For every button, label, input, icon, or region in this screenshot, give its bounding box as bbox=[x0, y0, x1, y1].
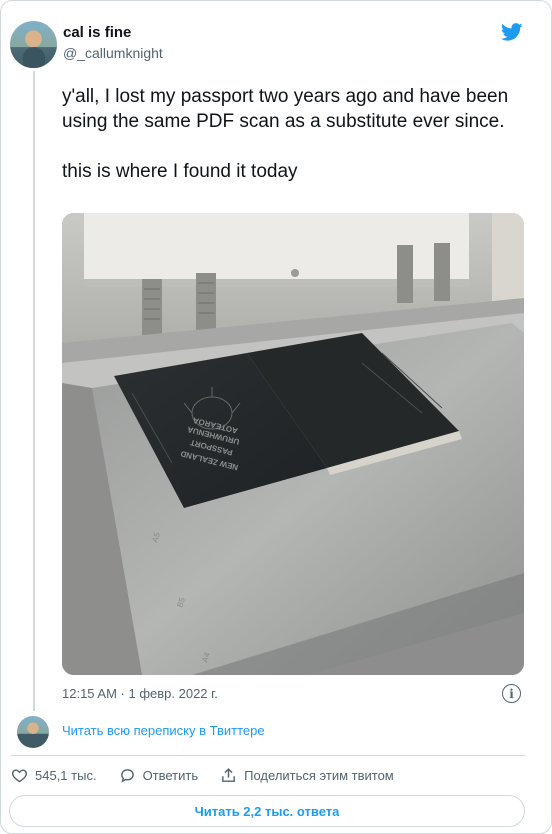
author-handle[interactable]: @_callumknight bbox=[63, 45, 163, 61]
divider bbox=[11, 755, 525, 756]
tweet-text: y'all, I lost my passport two years ago … bbox=[62, 86, 509, 182]
reply-button[interactable]: Ответить bbox=[119, 767, 199, 784]
read-replies-button[interactable]: Читать 2,2 тыс. ответа bbox=[9, 795, 525, 827]
like-button[interactable]: 545,1 тыс. bbox=[11, 767, 97, 784]
author-avatar[interactable] bbox=[10, 21, 57, 68]
thread-avatar[interactable] bbox=[17, 716, 49, 748]
tweet-actions: 545,1 тыс. Ответить Поделиться этим твит… bbox=[11, 764, 416, 786]
twitter-bird-icon[interactable] bbox=[500, 21, 524, 43]
share-label: Поделиться этим твитом bbox=[244, 767, 394, 783]
reply-icon bbox=[120, 768, 134, 783]
share-icon bbox=[222, 767, 236, 782]
reply-label: Ответить bbox=[142, 767, 199, 783]
heart-icon bbox=[11, 768, 28, 782]
tweet-card: cal is fine @_callumknight y'all, I lost… bbox=[0, 0, 552, 834]
info-icon[interactable]: i bbox=[502, 684, 521, 703]
scanner-photo: NEW ZEALAND PASSPORT URUWHENUA AOTEAROA … bbox=[62, 213, 524, 675]
like-count: 545,1 тыс. bbox=[35, 767, 97, 783]
share-button[interactable]: Поделиться этим твитом bbox=[220, 767, 394, 784]
tweet-timestamp[interactable]: 12:15 AM · 1 февр. 2022 г. bbox=[62, 686, 218, 701]
tweet-photo[interactable]: NEW ZEALAND PASSPORT URUWHENUA AOTEAROA … bbox=[62, 213, 524, 675]
read-thread-link[interactable]: Читать всю переписку в Твиттере bbox=[62, 723, 265, 738]
author-name[interactable]: cal is fine bbox=[63, 24, 131, 41]
thread-connector-line bbox=[33, 71, 35, 711]
